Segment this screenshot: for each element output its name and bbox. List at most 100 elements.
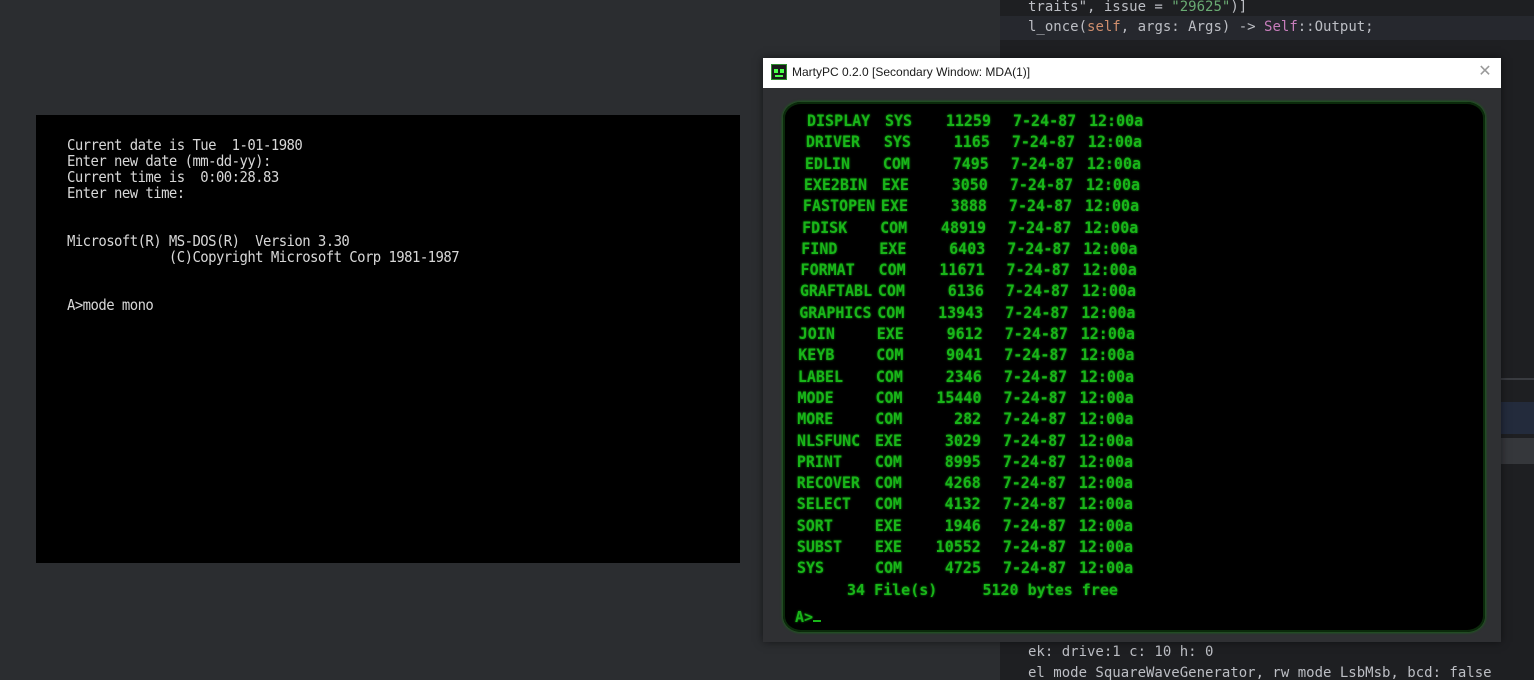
file-name: MORE	[797, 409, 834, 429]
file-name: GRAPHICS	[799, 303, 872, 323]
console-line: Enter new date (mm-dd-yy):	[67, 152, 271, 170]
file-date: 7-24-87	[1003, 409, 1067, 429]
close-button[interactable]: ✕	[1477, 64, 1493, 80]
martypc-secondary-window: MartyPC 0.2.0 [Secondary Window: MDA(1)]…	[763, 58, 1501, 642]
file-date: 7-24-87	[1013, 111, 1077, 131]
file-size: 6403	[949, 239, 986, 259]
file-name: DRIVER	[805, 132, 861, 152]
file-name: SELECT	[796, 494, 851, 514]
file-time: 12:00a	[1082, 260, 1137, 280]
file-date: 7-24-87	[1008, 217, 1072, 237]
file-size: 9612	[946, 324, 983, 344]
code-token: traits", issue =	[1028, 0, 1172, 15]
file-extension: COM	[876, 345, 904, 365]
code-token: )]	[1230, 0, 1248, 15]
file-size: 1165	[953, 132, 990, 152]
file-extension: COM	[874, 452, 902, 472]
file-size: 8995	[944, 452, 981, 472]
dos-prompt: A>	[795, 608, 822, 626]
file-date: 7-24-87	[1008, 196, 1073, 216]
file-extension: EXE	[879, 239, 907, 259]
file-date: 7-24-87	[1011, 132, 1076, 152]
file-size: 2346	[945, 367, 982, 386]
file-time: 12:00a	[1079, 430, 1134, 450]
code-token: ::Output;	[1297, 19, 1374, 35]
file-name: MODE	[797, 388, 834, 408]
file-size: 3050	[951, 175, 988, 195]
file-extension: COM	[877, 303, 905, 323]
file-size: 7495	[952, 154, 989, 173]
file-size: 4268	[944, 473, 981, 493]
file-name: KEYB	[798, 345, 835, 365]
file-extension: EXE	[874, 516, 902, 536]
file-name: SYS	[797, 558, 825, 578]
file-extension: COM	[877, 281, 905, 301]
file-time: 12:00a	[1081, 281, 1137, 301]
file-extension: COM	[878, 260, 906, 280]
file-time: 12:00a	[1083, 239, 1138, 259]
console-line: (C)Copyright Microsoft Corp 1981-1987	[67, 248, 460, 266]
file-size: 4132	[944, 494, 981, 514]
file-time: 12:00a	[1086, 154, 1142, 173]
file-extension: EXE	[881, 175, 909, 195]
file-name: FDISK	[802, 217, 848, 237]
file-date: 7-24-87	[1003, 558, 1067, 578]
file-time: 12:00a	[1087, 132, 1143, 152]
console-line: Current time is 0:00:28.83	[67, 168, 279, 186]
file-extension: SYS	[885, 111, 913, 131]
file-name: NLSFUNC	[797, 430, 861, 450]
file-name: FORMAT	[800, 260, 855, 280]
dos-console-text: Current date is Tue 1-01-1980 Enter new …	[67, 137, 460, 314]
file-extension: COM	[875, 409, 903, 429]
file-name: SUBST	[796, 537, 842, 557]
file-date: 7-24-87	[1004, 324, 1068, 344]
file-date: 7-24-87	[1006, 260, 1070, 280]
file-extension: COM	[875, 558, 903, 578]
file-name: EXE2BIN	[803, 175, 868, 195]
window-titlebar[interactable]: MartyPC 0.2.0 [Secondary Window: MDA(1)]…	[763, 58, 1501, 88]
cga-emulator-display[interactable]: Current date is Tue 1-01-1980 Enter new …	[36, 115, 740, 563]
file-time: 12:00a	[1078, 452, 1134, 472]
file-size: 4725	[944, 558, 981, 578]
file-extension: SYS	[883, 132, 911, 152]
code-line: l_once(self, args: Args) -> Self::Output…	[1028, 19, 1374, 35]
file-size: 282	[954, 409, 982, 429]
file-name: SORT	[796, 516, 833, 536]
mda-crt-display[interactable]: DISPLAY SYS 11259 7-24-87 12:00a DRIVER SYS 116…	[783, 102, 1485, 632]
file-extension: EXE	[880, 196, 909, 216]
file-date: 7-24-87	[1003, 430, 1067, 450]
file-name: LABEL	[797, 367, 843, 386]
file-extension: COM	[875, 388, 903, 408]
file-name: DISPLAY	[807, 111, 871, 131]
code-token: , args: Args) ->	[1120, 19, 1265, 35]
file-time: 12:00a	[1079, 558, 1134, 578]
desktop: traits", issue = "29625")] l_once(self, …	[0, 0, 1534, 680]
file-extension: COM	[874, 473, 902, 493]
file-time: 12:00a	[1084, 196, 1140, 216]
code-token: l_once(	[1028, 19, 1088, 35]
file-date: 7-24-87	[1005, 303, 1069, 323]
console-prompt-line: A>mode mono	[67, 296, 154, 314]
file-size: 15440	[936, 388, 982, 408]
file-time: 12:00a	[1078, 516, 1133, 536]
file-date: 7-24-87	[1002, 452, 1067, 472]
file-time: 12:00a	[1079, 367, 1135, 386]
file-size: 6136	[947, 281, 984, 301]
file-size: 3029	[944, 430, 981, 450]
file-size: 3888	[950, 196, 987, 216]
file-extension: EXE	[875, 430, 903, 450]
window-title: MartyPC 0.2.0 [Secondary Window: MDA(1)]	[792, 65, 1031, 79]
file-date: 7-24-87	[1002, 494, 1066, 514]
console-line: Enter new time:	[67, 184, 185, 202]
file-date: 7-24-87	[1005, 281, 1070, 301]
file-time: 12:00a	[1089, 111, 1144, 131]
file-name: JOIN	[798, 324, 835, 344]
file-time: 12:00a	[1085, 175, 1141, 195]
console-log-line: ek: drive:1 c: 10 h: 0	[1028, 644, 1214, 660]
file-name: GRAFTABL	[799, 281, 873, 301]
code-line: traits", issue = "29625")]	[1028, 0, 1247, 15]
file-date: 7-24-87	[1003, 367, 1068, 386]
